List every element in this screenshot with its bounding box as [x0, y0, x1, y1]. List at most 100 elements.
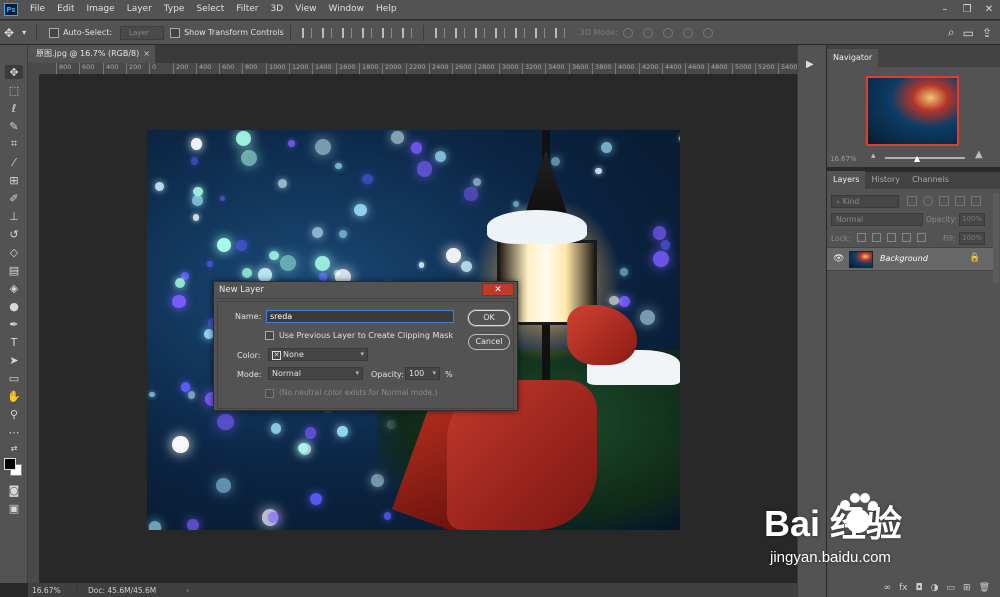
path-select-icon[interactable]: ➤ [5, 353, 23, 367]
adjustment-filter-icon[interactable] [923, 196, 933, 206]
quick-select-tool-icon[interactable]: ✎ [5, 119, 23, 133]
minimize-button[interactable]: – [934, 0, 956, 19]
tab-history[interactable]: History [865, 171, 905, 189]
navigator-zoom[interactable]: 16.67% [830, 155, 857, 163]
lock-image-icon[interactable] [872, 233, 881, 242]
3d-drag-icon[interactable] [662, 27, 673, 38]
brush-tool-icon[interactable]: ✐ [5, 191, 23, 205]
fx-icon[interactable]: fx [899, 583, 908, 593]
dodge-tool-icon[interactable]: ● [5, 299, 23, 313]
eraser-tool-icon[interactable]: ◇ [5, 245, 23, 259]
blur-tool-icon[interactable]: ◈ [5, 281, 23, 295]
chevron-down-icon[interactable]: ▾ [432, 368, 436, 379]
link-icon[interactable]: ∞ [884, 583, 892, 593]
layer-row[interactable]: 👁 Background 🔒 [827, 247, 996, 271]
distribute-hcenter-icon[interactable] [514, 27, 525, 38]
type-filter-icon[interactable] [939, 196, 949, 206]
menu-help[interactable]: Help [370, 0, 403, 19]
status-menu-arrow[interactable]: › [186, 586, 189, 595]
mask-icon[interactable]: ◘ [916, 583, 923, 593]
3d-rotate-icon[interactable] [622, 27, 633, 38]
align-hcenter-icon[interactable] [381, 27, 392, 38]
lock-artboard-icon[interactable] [902, 233, 911, 242]
zoom-tool-icon[interactable]: ⚲ [5, 407, 23, 421]
fill-field[interactable]: 100% [959, 232, 985, 245]
3d-slide-icon[interactable] [682, 27, 693, 38]
type-tool-icon[interactable]: T [5, 335, 23, 349]
cancel-button[interactable]: Cancel [468, 334, 510, 350]
menu-layer[interactable]: Layer [121, 0, 158, 19]
align-left-icon[interactable] [361, 27, 372, 38]
distribute-bottom-icon[interactable] [474, 27, 485, 38]
menu-image[interactable]: Image [81, 0, 121, 19]
search-icon[interactable]: ⌕ [948, 25, 955, 40]
history-brush-icon[interactable]: ↺ [5, 227, 23, 241]
show-transform-checkbox[interactable] [170, 27, 181, 38]
lock-transparent-icon[interactable] [857, 233, 866, 242]
trash-icon[interactable]: 🗑 [979, 583, 990, 593]
workspace-icon[interactable]: ▭ [963, 26, 974, 40]
marquee-tool-icon[interactable]: ⬚ [5, 83, 23, 97]
dialog-close-button[interactable]: ✕ [482, 283, 514, 296]
menu-filter[interactable]: Filter [230, 0, 264, 19]
smart-object-filter-icon[interactable] [971, 196, 981, 206]
ok-button[interactable]: OK [468, 310, 510, 326]
menu-type[interactable]: Type [158, 0, 191, 19]
auto-select-dropdown[interactable]: Layer [120, 25, 165, 40]
vertical-ruler[interactable] [28, 75, 40, 583]
distribute-vcenter-icon[interactable] [454, 27, 465, 38]
blend-mode-dropdown[interactable]: Normal [831, 213, 923, 226]
align-vcenter-icon[interactable] [321, 27, 332, 38]
opacity-input[interactable]: 100 ▾ [405, 367, 440, 380]
menu-edit[interactable]: Edit [51, 0, 80, 19]
pen-tool-icon[interactable]: ✒ [5, 317, 23, 331]
menu-select[interactable]: Select [190, 0, 230, 19]
layer-filter-dropdown[interactable]: ⌕ Kind [831, 195, 899, 208]
clipping-mask-checkbox[interactable] [265, 331, 274, 340]
zoom-out-icon[interactable]: ▴ [871, 151, 876, 161]
menu-window[interactable]: Window [323, 0, 371, 19]
align-bottom-icon[interactable] [341, 27, 352, 38]
panel-scrollbar[interactable] [993, 193, 999, 283]
more-tools-icon[interactable]: ⋯ [5, 425, 23, 439]
new-layer-icon[interactable]: ⊞ [963, 583, 971, 593]
menu-3d[interactable]: 3D [265, 0, 290, 19]
canvas-area[interactable]: New Layer ✕ Name: sreda Use Previous Lay… [40, 76, 797, 583]
3d-scale-icon[interactable] [702, 27, 713, 38]
align-top-icon[interactable] [301, 27, 312, 38]
pixel-filter-icon[interactable] [907, 196, 917, 206]
lock-all-icon[interactable] [917, 233, 926, 242]
layer-name[interactable]: Background [880, 254, 928, 263]
distribute-right-icon[interactable] [534, 27, 545, 38]
horizontal-ruler[interactable]: 800 600 400 200 0 200 400 600 800 1000 1200 1400 160… [40, 63, 797, 75]
healing-brush-icon[interactable]: ⊞ [5, 173, 23, 187]
auto-select-checkbox[interactable] [49, 27, 60, 38]
chevron-down-icon[interactable]: ▾ [22, 28, 26, 37]
quick-mask-icon[interactable]: ◙ [5, 483, 23, 497]
3d-roll-icon[interactable] [642, 27, 653, 38]
tab-channels[interactable]: Channels [906, 171, 955, 189]
distribute-left-icon[interactable] [494, 27, 505, 38]
zoom-slider-handle[interactable]: ▲ [914, 154, 920, 163]
menu-view[interactable]: View [289, 0, 322, 19]
close-tab-icon[interactable]: × [143, 45, 150, 63]
opacity-field[interactable]: 100% [959, 213, 985, 226]
color-dropdown[interactable]: ✕ None ▾ [268, 348, 368, 361]
navigator-thumbnail[interactable] [866, 76, 959, 146]
group-icon[interactable]: ▭ [947, 583, 956, 593]
eyedropper-tool-icon[interactable]: ⁄ [5, 155, 23, 169]
move-tool-icon[interactable]: ✥ [4, 26, 14, 40]
swap-colors-icon[interactable]: ⇄ [5, 441, 23, 455]
tab-navigator[interactable]: Navigator [827, 49, 879, 67]
eye-icon[interactable]: 👁 [833, 254, 844, 264]
gradient-tool-icon[interactable]: ▤ [5, 263, 23, 277]
close-window-button[interactable]: ✕ [978, 0, 1000, 19]
lock-position-icon[interactable] [887, 233, 896, 242]
foreground-color-swatch[interactable] [4, 458, 16, 470]
share-icon[interactable]: ⇪ [982, 26, 992, 40]
document-tab[interactable]: 原图.jpg @ 16.7% (RGB/8) × [28, 45, 155, 63]
move-tool-icon[interactable]: ✥ [5, 65, 23, 79]
distribute-top-icon[interactable] [434, 27, 445, 38]
shape-filter-icon[interactable] [955, 196, 965, 206]
mode-dropdown[interactable]: Normal ▾ [268, 367, 363, 380]
